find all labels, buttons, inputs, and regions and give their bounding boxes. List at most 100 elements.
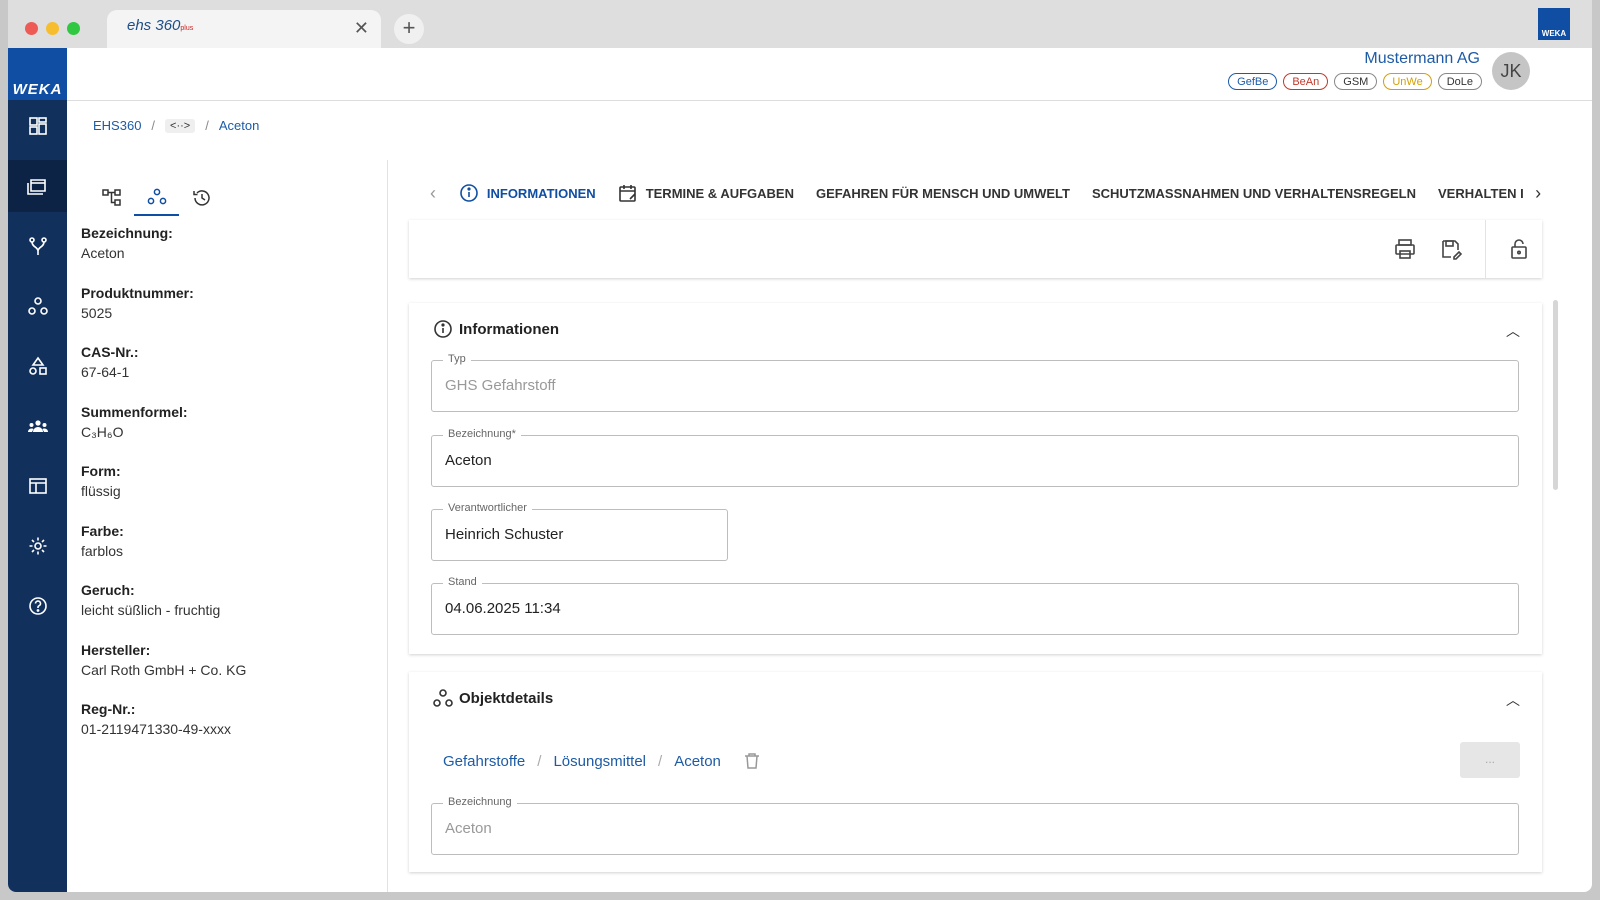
tab-label: SCHUTZMASSNAHMEN UND VERHALTENSREGELN bbox=[1091, 185, 1417, 201]
property-label: Geruch: bbox=[81, 582, 135, 598]
bezeichnung-field[interactable]: Bezeichnung* Aceton bbox=[431, 428, 1519, 487]
badge-bean[interactable]: BeAn bbox=[1283, 73, 1329, 90]
property-cas-nr: CAS-Nr.: 67-64-1 bbox=[81, 344, 246, 404]
tabs-next-icon[interactable]: › bbox=[1523, 183, 1553, 204]
breadcrumb-separator: / bbox=[151, 118, 156, 133]
field-value[interactable]: 04.06.2025 11:34 bbox=[445, 600, 561, 617]
property-geruch: Geruch: leicht süßlich - fruchtig bbox=[81, 582, 246, 642]
property-summenformel: Summenformel: C₃H₆O bbox=[81, 404, 246, 464]
dashboard-icon bbox=[28, 117, 47, 135]
sidebar-item-tables[interactable] bbox=[8, 460, 67, 512]
tab-objects[interactable] bbox=[134, 180, 179, 216]
sidebar-item-dashboard[interactable] bbox=[8, 100, 67, 152]
fork-icon bbox=[28, 237, 47, 255]
field-label: Typ bbox=[443, 353, 471, 365]
tab-strip: INFORMATIONEN TERMINE & AUFGABEN GEFAHRE… bbox=[448, 183, 1523, 203]
breadcrumb-code-icon[interactable]: <··> bbox=[165, 118, 196, 133]
breadcrumb-root[interactable]: EHS360 bbox=[93, 118, 141, 133]
property-label-text: Form bbox=[81, 463, 116, 479]
property-label: Bezeichnung: bbox=[81, 225, 173, 241]
informationen-section: Informationen ︿ Typ GHS Gefahrstoff Beze… bbox=[409, 303, 1542, 654]
tab-close-icon[interactable]: ✕ bbox=[354, 18, 369, 39]
tab-schutzmassnahmen[interactable]: SCHUTZMASSNAHMEN UND VERHALTENSREGELN bbox=[1081, 183, 1427, 203]
sidebar-item-help[interactable] bbox=[8, 580, 67, 632]
tab-label: GEFAHREN FÜR MENSCH UND UMWELT bbox=[815, 185, 1070, 201]
property-label-text: Geruch bbox=[81, 582, 131, 598]
scrollbar[interactable] bbox=[1553, 300, 1558, 490]
sidebar-item-objects[interactable] bbox=[8, 280, 67, 332]
property-value: leicht süßlich - fruchtig bbox=[81, 602, 221, 618]
badge-gsm[interactable]: GSM bbox=[1334, 73, 1378, 90]
stand-field[interactable]: Stand 04.06.2025 11:34 bbox=[431, 576, 1519, 635]
tab-verhalten[interactable]: VERHALTEN I bbox=[1427, 183, 1523, 203]
close-window-dot[interactable] bbox=[25, 22, 38, 35]
badge-dole[interactable]: DoLe bbox=[1437, 73, 1482, 90]
breadcrumb: EHS360 / <··> / Aceton bbox=[93, 118, 259, 133]
tab-gefahren[interactable]: GEFAHREN FÜR MENSCH UND UMWELT bbox=[805, 183, 1081, 203]
objekt-bezeichnung-field: Bezeichnung Aceton bbox=[431, 796, 1519, 855]
tab-hierarchy[interactable] bbox=[89, 180, 134, 216]
tab-label: INFORMATIONEN bbox=[486, 185, 596, 201]
lock-open-icon[interactable] bbox=[1508, 238, 1530, 260]
property-label-text: Hersteller bbox=[81, 641, 146, 658]
property-label: Summenformel: bbox=[81, 403, 188, 420]
hierarchy-icon bbox=[101, 189, 121, 206]
sidebar-item-documents[interactable] bbox=[8, 160, 67, 212]
badge-unwe[interactable]: UnWe bbox=[1383, 73, 1432, 90]
field-label: Stand bbox=[443, 576, 482, 588]
objects-icon bbox=[433, 689, 453, 707]
new-tab-button[interactable]: + bbox=[394, 14, 424, 44]
avatar[interactable]: JK bbox=[1492, 52, 1530, 90]
minimize-window-dot[interactable] bbox=[46, 22, 59, 35]
typ-field: Typ GHS Gefahrstoff bbox=[431, 353, 1519, 412]
sidebar-item-processes[interactable] bbox=[8, 220, 67, 272]
tab-history[interactable] bbox=[179, 180, 224, 216]
breadcrumb-separator: / bbox=[205, 118, 209, 133]
more-button[interactable]: ... bbox=[1460, 742, 1520, 778]
objektdetails-section: Objektdetails ︿ Gefahrstoffe / Lösungsmi… bbox=[409, 672, 1542, 872]
print-icon[interactable] bbox=[1394, 238, 1416, 260]
field-value[interactable]: Heinrich Schuster bbox=[445, 526, 563, 543]
object-path-item[interactable]: Lösungsmittel bbox=[553, 753, 646, 770]
calendar-icon bbox=[618, 185, 636, 202]
field-value[interactable]: Aceton bbox=[445, 452, 492, 469]
objects-icon bbox=[27, 297, 48, 315]
sidebar-item-settings[interactable] bbox=[8, 520, 67, 572]
company-name[interactable]: Mustermann AG bbox=[1364, 50, 1480, 68]
tab-termine-aufgaben[interactable]: TERMINE & AUFGABEN bbox=[607, 183, 805, 203]
property-value: 67-64-1 bbox=[81, 364, 130, 380]
tab-title: ehs 360 bbox=[127, 17, 181, 34]
field-label: Bezeichnung bbox=[443, 796, 517, 808]
details-panel: Bezeichnung: Aceton Produktnummer: 5025 CA… bbox=[67, 160, 388, 892]
object-path-item[interactable]: Aceton bbox=[674, 753, 721, 770]
collapse-icon[interactable]: ︿ bbox=[1506, 690, 1520, 710]
object-path: Gefahrstoffe / Lösungsmittel / Aceton bbox=[443, 752, 761, 770]
browser-tab[interactable]: ehs 360plus ✕ bbox=[107, 10, 381, 48]
folders-icon bbox=[26, 179, 46, 195]
maximize-window-dot[interactable] bbox=[67, 22, 80, 35]
tab-title-suffix: plus bbox=[180, 25, 194, 32]
tab-label: VERHALTEN I bbox=[1438, 185, 1524, 201]
trash-icon[interactable] bbox=[743, 752, 761, 770]
property-label-text: Summenformel bbox=[81, 403, 183, 420]
weka-logo[interactable]: WEKA bbox=[8, 48, 67, 100]
property-label: Reg-Nr.: bbox=[81, 701, 136, 717]
field-label: Bezeichnung* bbox=[443, 428, 521, 440]
badge-gefbe[interactable]: GefBe bbox=[1228, 73, 1278, 90]
breadcrumb-current[interactable]: Aceton bbox=[219, 118, 259, 133]
object-path-item[interactable]: Gefahrstoffe bbox=[443, 753, 525, 770]
save-edit-icon[interactable] bbox=[1440, 238, 1462, 260]
property-farbe: Farbe: farblos bbox=[81, 523, 246, 583]
section-title[interactable]: Informationen bbox=[433, 319, 559, 339]
sidebar-item-hazards[interactable] bbox=[8, 340, 67, 392]
collapse-icon[interactable]: ︿ bbox=[1506, 321, 1520, 341]
property-value: flüssig bbox=[81, 483, 121, 499]
property-value: Aceton bbox=[81, 245, 125, 261]
tab-informationen[interactable]: INFORMATIONEN bbox=[448, 183, 607, 203]
property-value: farblos bbox=[81, 542, 124, 559]
table-icon bbox=[28, 478, 47, 494]
tabs-prev-icon[interactable]: ‹ bbox=[418, 183, 448, 204]
sidebar-item-people[interactable] bbox=[8, 400, 67, 452]
verantwortlicher-field[interactable]: Verantwortlicher Heinrich Schuster bbox=[431, 502, 728, 561]
section-title[interactable]: Objektdetails bbox=[433, 688, 553, 708]
